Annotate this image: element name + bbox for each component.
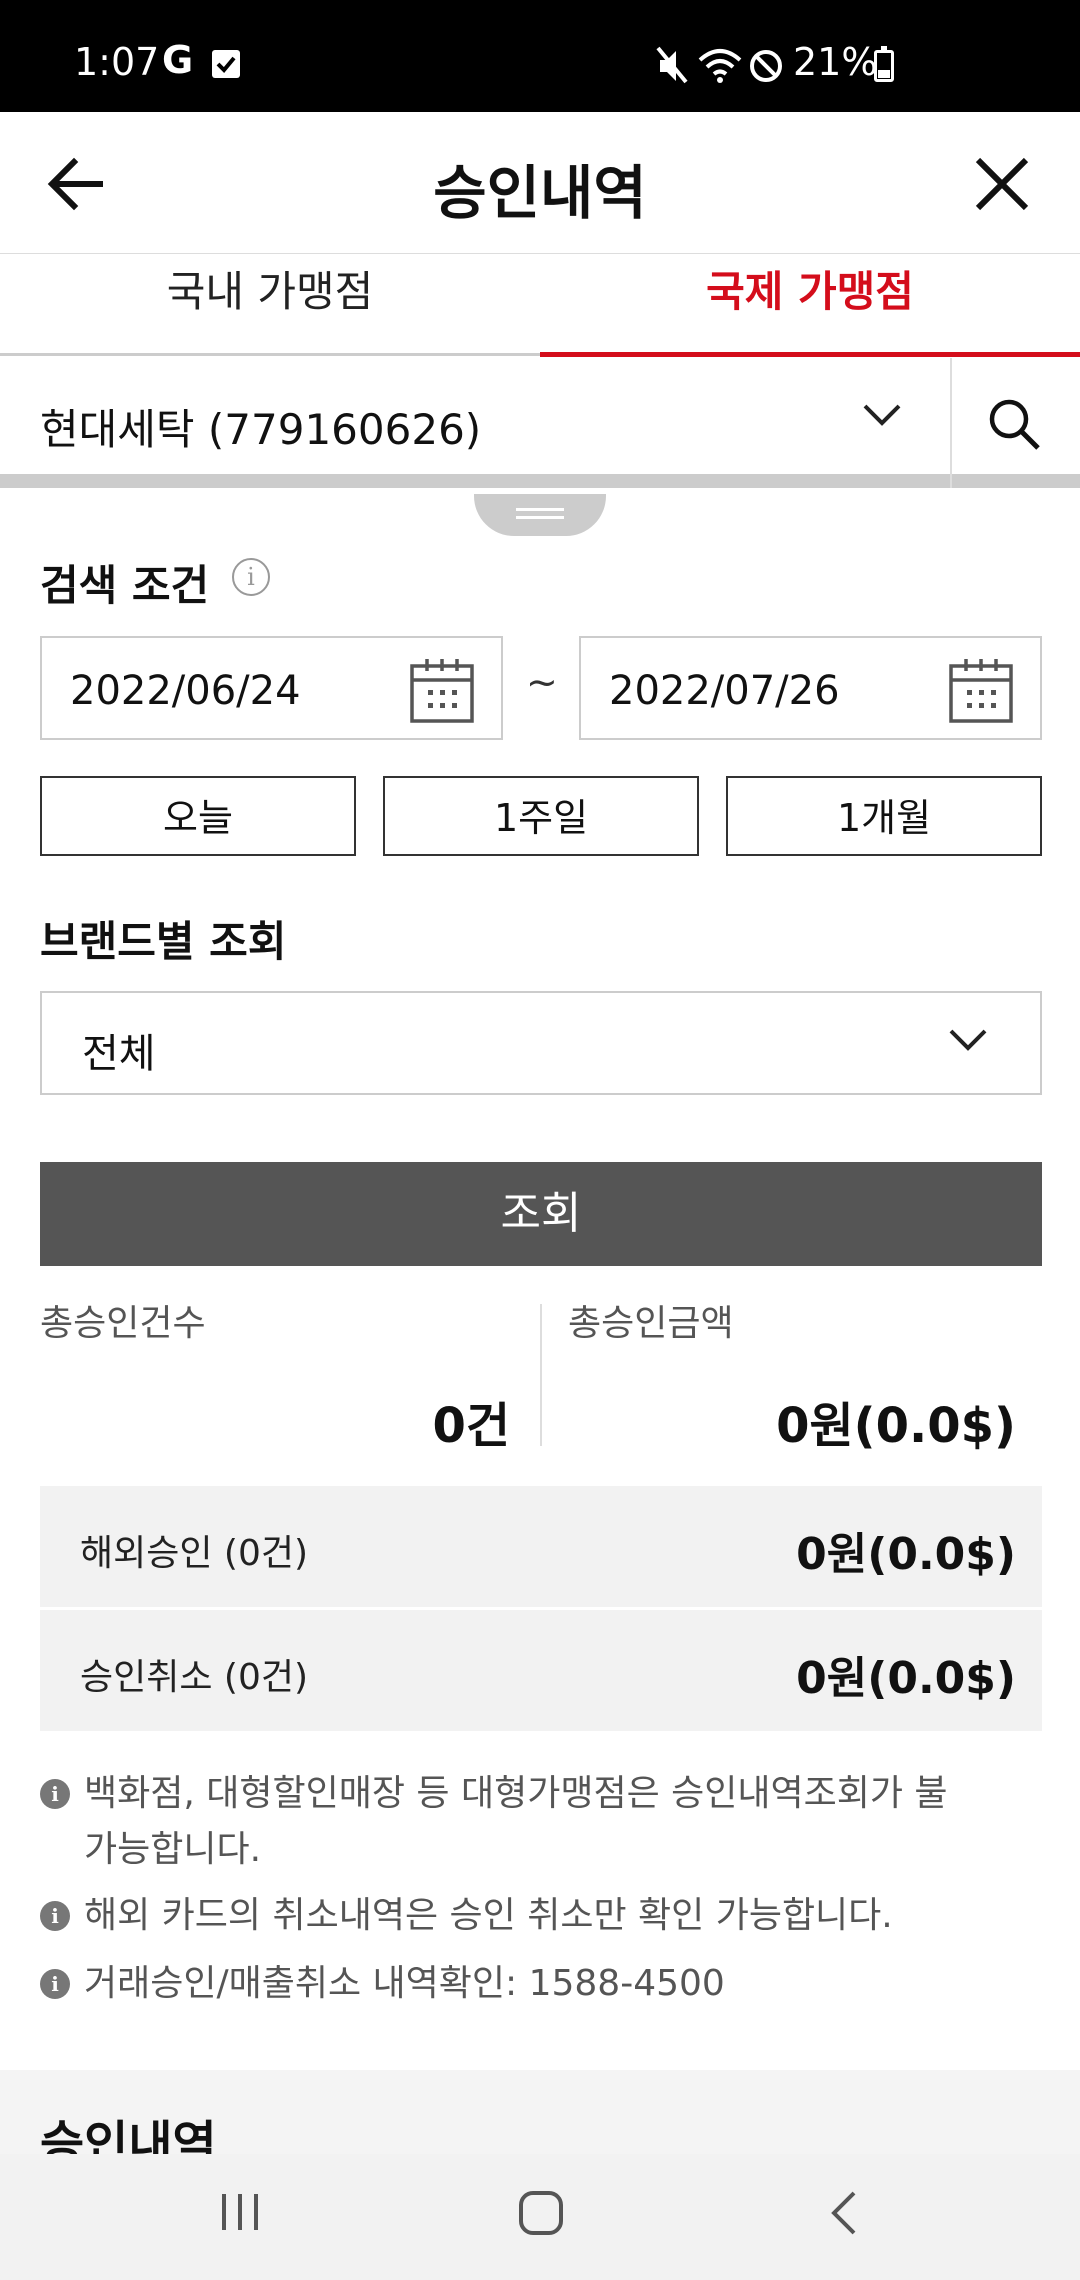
- chevron-down-icon[interactable]: [862, 402, 902, 432]
- note-item: i 백화점, 대형할인매장 등 대형가맹점은 승인내역조회가 불가능합니다.: [40, 1766, 960, 1878]
- mute-icon: [656, 46, 688, 84]
- chevron-down-icon[interactable]: [948, 1027, 988, 1057]
- overseas-approval-label: 해외승인 (0건): [80, 1533, 309, 1574]
- note-item: i 해외 카드의 취소내역은 승인 취소만 확인 가능합니다.: [40, 1888, 960, 1944]
- battery-icon: [874, 46, 894, 82]
- start-date-field[interactable]: 2022/06/24: [40, 636, 503, 740]
- info-icon: i: [40, 1901, 70, 1931]
- search-icon[interactable]: [986, 396, 1042, 456]
- total-amount-value: 0원(0.0$): [776, 1398, 1016, 1454]
- merchant-tabs: 국내 가맹점 국제 가맹점: [0, 254, 1080, 357]
- page-title: 승인내역: [433, 159, 647, 227]
- info-icon: i: [40, 1969, 70, 1999]
- range-today-button[interactable]: 오늘: [40, 776, 356, 856]
- note-item: i 거래승인/매출취소 내역확인: 1588-4500: [40, 1956, 960, 2012]
- end-date-value: 2022/07/26: [609, 668, 840, 714]
- g-icon: G: [162, 38, 194, 82]
- merchant-selector[interactable]: 현대세탁 (779160626): [0, 358, 1080, 488]
- search-conditions-title: 검색 조건: [40, 561, 210, 610]
- totals-divider: [540, 1304, 542, 1446]
- divider: [950, 358, 952, 488]
- brand-select-value: 전체: [82, 1031, 156, 1077]
- note-text: 백화점, 대형할인매장 등 대형가맹점은 승인내역조회가 불가능합니다.: [84, 1773, 948, 1870]
- wifi-icon: [698, 49, 742, 83]
- start-date-value: 2022/06/24: [70, 668, 301, 714]
- close-icon[interactable]: [968, 150, 1036, 218]
- system-nav-bar: [0, 2154, 1080, 2280]
- info-icon[interactable]: i: [232, 558, 270, 596]
- note-text: 거래승인/매출취소 내역확인: 1588-4500: [84, 1963, 725, 2004]
- app-header: 승인내역: [0, 112, 1080, 254]
- total-count-value: 0건: [432, 1398, 510, 1454]
- approval-cancel-row: 승인취소 (0건) 0원(0.0$): [40, 1610, 1042, 1731]
- total-count-label: 총승인건수: [40, 1303, 206, 1344]
- battery-percent: 21%: [793, 40, 878, 84]
- drag-handle[interactable]: [474, 494, 606, 536]
- recent-apps-icon[interactable]: [218, 2190, 262, 2238]
- overseas-approval-amount: 0원(0.0$): [796, 1529, 1016, 1580]
- calendar-icon[interactable]: [409, 656, 475, 728]
- query-button[interactable]: 조회: [40, 1162, 1042, 1266]
- checkbox-icon: [212, 50, 240, 78]
- total-amount-label: 총승인금액: [568, 1303, 734, 1344]
- info-icon: i: [40, 1779, 70, 1809]
- approval-cancel-amount: 0원(0.0$): [796, 1653, 1016, 1704]
- range-month-button[interactable]: 1개월: [726, 776, 1042, 856]
- end-date-field[interactable]: 2022/07/26: [579, 636, 1042, 740]
- do-not-disturb-icon: [750, 50, 782, 82]
- brand-title: 브랜드별 조회: [40, 917, 287, 966]
- range-week-button[interactable]: 1주일: [383, 776, 699, 856]
- note-text: 해외 카드의 취소내역은 승인 취소만 확인 가능합니다.: [84, 1895, 893, 1936]
- status-time: 1:07: [74, 40, 160, 84]
- merchant-name: 현대세탁 (779160626): [40, 405, 482, 454]
- home-icon[interactable]: [518, 2190, 564, 2240]
- status-icons: [656, 46, 786, 90]
- overseas-approval-row: 해외승인 (0건) 0원(0.0$): [40, 1486, 1042, 1607]
- approval-history-section: 승인내역: [0, 2070, 1080, 2172]
- tab-international[interactable]: 국제 가맹점: [540, 254, 1080, 357]
- calendar-icon[interactable]: [948, 656, 1014, 728]
- date-separator: ~: [526, 660, 558, 704]
- status-bar: 1:07 G 21%: [0, 0, 1080, 112]
- approval-cancel-label: 승인취소 (0건): [80, 1657, 309, 1698]
- tab-domestic[interactable]: 국내 가맹점: [0, 254, 540, 356]
- back-nav-icon[interactable]: [826, 2190, 862, 2240]
- brand-select[interactable]: 전체: [40, 991, 1042, 1095]
